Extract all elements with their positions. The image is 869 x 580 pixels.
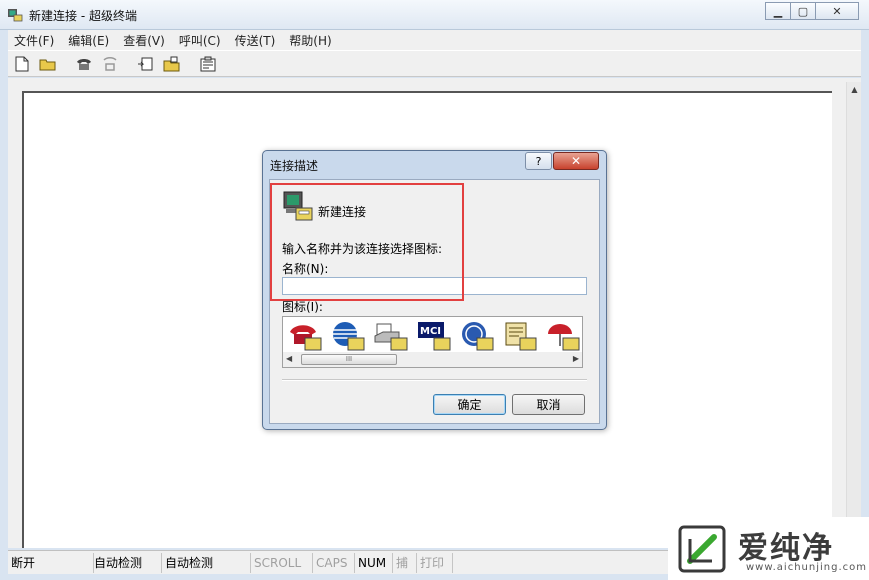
window-title: 新建连接 - 超级终端 [29, 9, 137, 23]
watermark-text: 爱纯净 [738, 531, 834, 566]
minimize-icon: ▁ [773, 4, 783, 18]
status-num: NUM [355, 552, 393, 573]
menu-edit[interactable]: 编辑(E) [68, 32, 109, 49]
status-print: 打印 [417, 552, 453, 573]
document-icon[interactable] [502, 320, 538, 352]
menu-transfer[interactable]: 传送(T) [235, 32, 276, 49]
watermark-url: www.aichunjing.com [746, 562, 867, 573]
att-globe-icon[interactable] [330, 320, 366, 352]
minimize-button[interactable]: ▁ [765, 2, 791, 20]
menu-call[interactable]: 呼叫(C) [179, 32, 221, 49]
hyperterminal-app-icon [8, 9, 23, 22]
scroll-thumb[interactable]: III [301, 354, 397, 365]
icon-picker[interactable]: MCI ◀ III ▶ [282, 316, 583, 368]
fax-machine-icon[interactable] [373, 320, 409, 352]
mci-icon[interactable]: MCI [416, 320, 452, 352]
svg-text:MCI: MCI [420, 326, 441, 337]
dialog-title: 连接描述 [270, 159, 319, 173]
cancel-button[interactable]: 取消 [512, 394, 585, 415]
watermark: 爱纯净 www.aichunjing.com [668, 517, 869, 580]
phone-icon[interactable] [74, 54, 94, 74]
menu-file[interactable]: 文件(F) [14, 32, 54, 49]
menu-bar: 文件(F) 编辑(E) 查看(V) 呼叫(C) 传送(T) 帮助(H) [8, 30, 861, 50]
umbrella-icon[interactable] [545, 320, 581, 352]
toolbar [8, 50, 861, 77]
maximize-icon: ▢ [797, 4, 809, 18]
scroll-right-icon[interactable]: ▶ [573, 354, 579, 363]
vertical-scrollbar[interactable]: ▲ [846, 82, 861, 548]
phone-red-icon[interactable] [287, 320, 323, 352]
menu-help[interactable]: 帮助(H) [289, 32, 331, 49]
horizontal-scrollbar[interactable]: ◀ III ▶ [283, 352, 582, 367]
menu-view[interactable]: 查看(V) [123, 32, 165, 49]
new-file-icon[interactable] [12, 54, 32, 74]
status-connection: 断开 [8, 552, 94, 573]
close-icon: ✕ [570, 154, 582, 168]
dialog-separator [282, 379, 587, 381]
dialog-help-button[interactable]: ? [525, 152, 552, 170]
status-capture: 捕 [393, 552, 417, 573]
properties-icon[interactable] [198, 54, 218, 74]
dialog-close-button[interactable]: ✕ [553, 152, 599, 170]
ok-button[interactable]: 确定 [433, 394, 506, 415]
status-detect-2: 自动检测 [162, 552, 251, 573]
send-icon[interactable] [136, 54, 156, 74]
highlight-box [270, 183, 464, 301]
status-scroll: SCROLL [251, 552, 313, 573]
scroll-left-icon[interactable]: ◀ [286, 354, 292, 363]
help-icon: ? [535, 154, 542, 168]
open-folder-icon[interactable] [38, 54, 58, 74]
watermark-logo [678, 525, 726, 573]
close-icon: ✕ [832, 4, 842, 18]
close-button[interactable]: ✕ [815, 2, 859, 20]
status-caps: CAPS [313, 552, 355, 573]
status-detect-1: 自动检测 [94, 552, 162, 573]
ge-icon[interactable] [459, 320, 495, 352]
title-bar: 新建连接 - 超级终端 ▁ ▢ ✕ [0, 0, 869, 30]
receive-icon[interactable] [162, 54, 182, 74]
disconnect-icon[interactable] [100, 54, 120, 74]
scroll-up-icon[interactable]: ▲ [847, 82, 862, 97]
maximize-button[interactable]: ▢ [790, 2, 816, 20]
